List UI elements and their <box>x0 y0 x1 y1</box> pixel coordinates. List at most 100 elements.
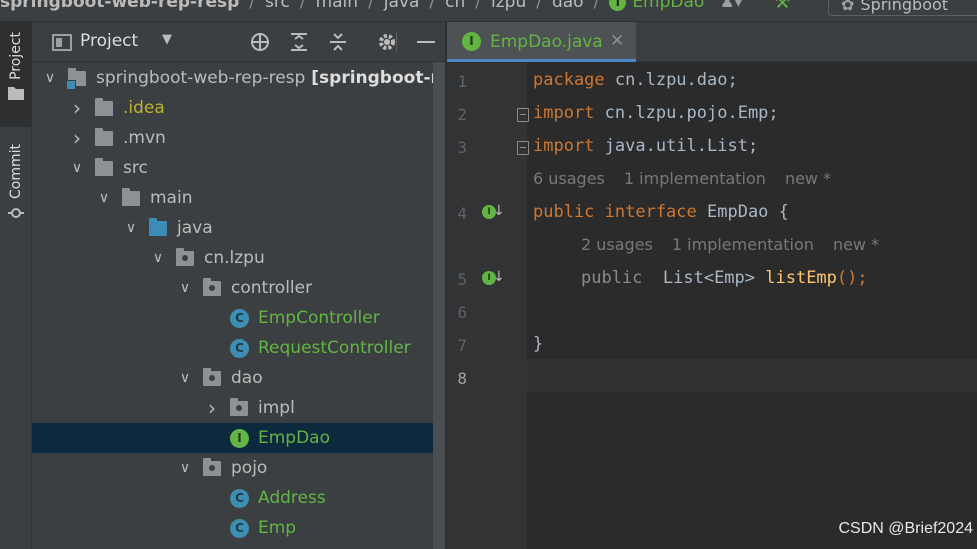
folder-icon <box>95 158 113 176</box>
tree-item-springboot-web-rep-resp[interactable]: ∨ springboot-web-rep-resp [springboot-r <box>32 63 445 93</box>
breadcrumb-dao[interactable]: dao <box>552 0 584 12</box>
breadcrumb-separator: / <box>536 0 542 12</box>
code-text: cn.lzpu.dao; <box>604 69 738 90</box>
tree-item-text: .mvn <box>123 128 166 148</box>
chevron-down-icon[interactable]: ∨ <box>150 250 166 266</box>
keyword: import <box>533 102 595 123</box>
tree-item-text: Emp <box>258 518 297 538</box>
locate-file-icon[interactable] <box>248 30 272 54</box>
breadcrumb-main[interactable]: main <box>316 0 358 12</box>
tab-label: EmpDao.java <box>490 32 603 52</box>
module-icon <box>66 68 86 90</box>
tool-window-strip: Project Commit <box>0 22 32 549</box>
tree-item-label: RequestController <box>258 338 411 358</box>
project-panel-title[interactable]: Project <box>80 31 138 51</box>
tree-item-text: springboot-web-rep-resp <box>96 68 306 88</box>
chevron-down-icon[interactable]: ∨ <box>69 160 85 176</box>
tree-item-impl[interactable]: › impl <box>32 393 445 423</box>
tree-item-pojo[interactable]: ∨ pojo <box>32 453 445 483</box>
tree-item-empcontroller[interactable]: C EmpController <box>32 303 445 333</box>
class-icon: C <box>230 339 249 358</box>
tab-empdao-java[interactable]: I EmpDao.java ✕ <box>447 22 636 62</box>
inlay-hint-interface[interactable]: 6 usages 1 implementation new * <box>533 162 850 195</box>
run-configuration-selector[interactable]: ✿ Springboot <box>828 0 977 16</box>
chevron-down-icon[interactable]: ∨ <box>96 190 112 206</box>
code-line-7: } <box>533 327 543 360</box>
tree-item-text: cn.lzpu <box>204 248 265 268</box>
chevron-right-icon[interactable]: › <box>204 396 220 420</box>
usages-hint[interactable]: 6 usages <box>533 169 605 188</box>
breadcrumb-project[interactable]: springboot-web-rep-resp <box>0 0 239 12</box>
tree-item-label: dao <box>231 368 263 388</box>
chevron-right-icon[interactable]: › <box>69 126 85 150</box>
tree-item-mvn[interactable]: › .mvn <box>32 123 445 153</box>
folder-icon <box>95 98 113 116</box>
minimize-icon[interactable] <box>414 30 438 54</box>
tree-item-text: EmpDao <box>258 428 331 448</box>
gear-icon[interactable] <box>375 30 399 54</box>
method-name: listEmp <box>765 267 837 288</box>
project-panel-header: Project ▼ <box>32 22 445 62</box>
scrollbar[interactable] <box>433 62 445 549</box>
hammer-icon[interactable]: ⚒ <box>774 0 796 13</box>
expand-all-icon[interactable] <box>287 30 311 54</box>
implementations-hint[interactable]: 1 implementation <box>672 235 814 254</box>
interface-icon: I <box>462 32 481 51</box>
tree-item-requestcontroller[interactable]: C RequestController <box>32 333 445 363</box>
code-area[interactable]: package cn.lzpu.dao; import cn.lzpu.pojo… <box>527 63 977 549</box>
package-icon <box>203 368 221 386</box>
chevron-down-icon[interactable]: ∨ <box>177 280 193 296</box>
package-icon <box>176 248 194 266</box>
package-icon <box>203 278 221 296</box>
inlay-hint-method[interactable]: 2 usages 1 implementation new * <box>581 228 898 261</box>
tree-item-label: Emp <box>258 518 296 538</box>
project-tool-button[interactable]: Project <box>0 22 32 127</box>
keyword: public interface <box>533 201 697 222</box>
current-line-highlight <box>527 359 977 392</box>
tree-item-label: cn.lzpu <box>204 248 265 268</box>
tree-item-cn-lzpu[interactable]: ∨ cn.lzpu <box>32 243 445 273</box>
author-hint[interactable]: new * <box>833 235 879 254</box>
chevron-right-icon[interactable]: › <box>69 96 85 120</box>
close-icon[interactable]: ✕ <box>610 31 624 51</box>
implementations-hint[interactable]: 1 implementation <box>624 169 766 188</box>
chevron-down-icon[interactable]: ∨ <box>123 220 139 236</box>
collapse-all-icon[interactable] <box>326 30 350 54</box>
commit-tool-label: Commit <box>8 144 24 199</box>
tree-item-label: impl <box>258 398 295 418</box>
breadcrumb-cn[interactable]: cn <box>445 0 465 12</box>
tree-item-address[interactable]: C Address <box>32 483 445 513</box>
line-number: 8 <box>457 369 467 388</box>
breadcrumb-src[interactable]: src <box>265 0 290 12</box>
tree-item-label: .idea <box>123 98 165 118</box>
chevron-down-icon[interactable]: ∨ <box>42 70 58 86</box>
tree-item-text: EmpController <box>258 308 380 328</box>
commit-tool-button[interactable]: Commit <box>0 134 32 234</box>
tree-item-label: controller <box>231 278 312 298</box>
tree-item-java[interactable]: ∨ java <box>32 213 445 243</box>
breadcrumb-empdao[interactable]: I EmpDao <box>609 0 704 12</box>
spring-boot-icon: ✿ <box>841 0 855 14</box>
tree-item-dao[interactable]: ∨ dao <box>32 363 445 393</box>
chevron-down-icon[interactable]: ∨ <box>177 370 193 386</box>
breadcrumb-separator: / <box>429 0 436 12</box>
class-icon: C <box>230 309 249 328</box>
class-icon: C <box>230 519 249 538</box>
user-icon[interactable]: ♟▾ <box>720 0 760 12</box>
tree-item-src[interactable]: ∨ src <box>32 153 445 183</box>
tree-item-empdao[interactable]: I EmpDao <box>32 423 445 453</box>
breadcrumb-java[interactable]: java <box>384 0 420 12</box>
chevron-down-icon[interactable]: ▼ <box>162 32 172 47</box>
breadcrumb-empdao-label: EmpDao <box>632 0 705 12</box>
usages-hint[interactable]: 2 usages <box>581 235 653 254</box>
tree-item-idea[interactable]: › .idea <box>32 93 445 123</box>
tree-item-emp[interactable]: C Emp <box>32 513 445 543</box>
tree-item-controller[interactable]: ∨ controller <box>32 273 445 303</box>
breadcrumb-lzpu[interactable]: lzpu <box>491 0 526 12</box>
code-text: List<Emp> <box>642 267 766 288</box>
line-number: 5 <box>457 270 467 289</box>
author-hint[interactable]: new * <box>785 169 831 188</box>
tree-item-main[interactable]: ∨ main <box>32 183 445 213</box>
chevron-down-icon[interactable]: ∨ <box>177 460 193 476</box>
code-line-5: public List<Emp> listEmp (); <box>581 261 868 294</box>
